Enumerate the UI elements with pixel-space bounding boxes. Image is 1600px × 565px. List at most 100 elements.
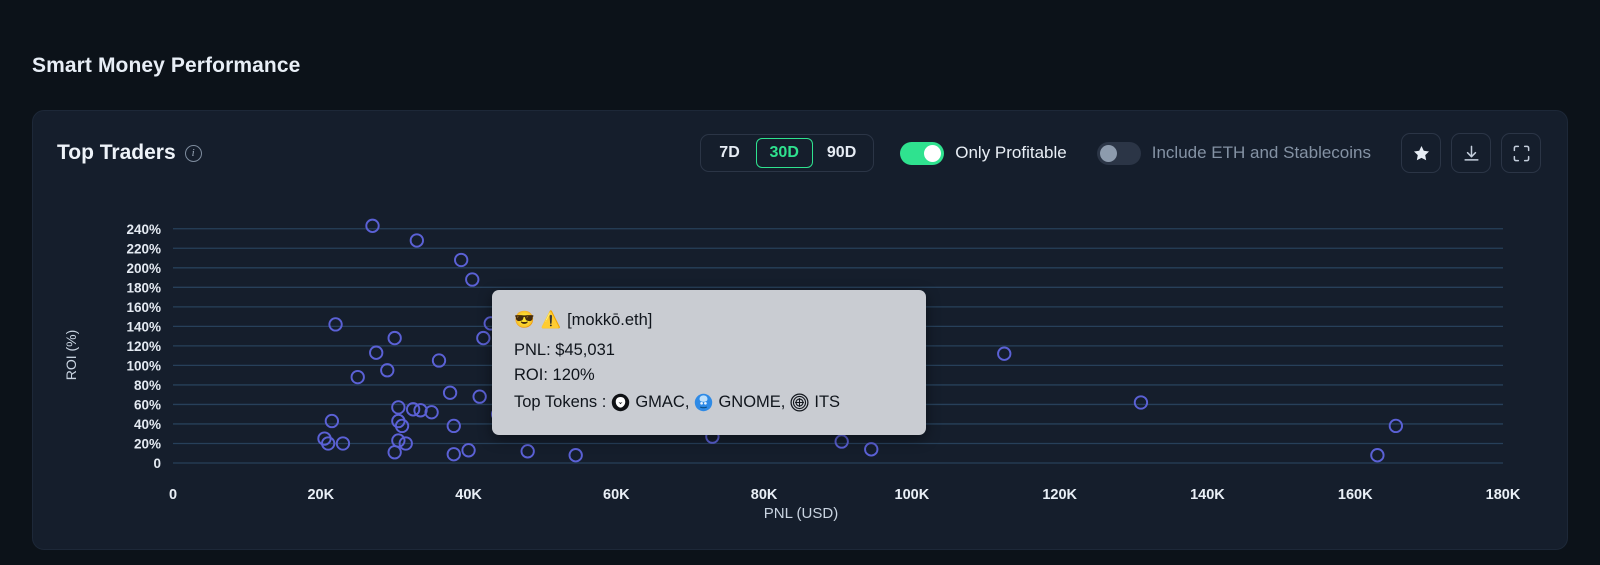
y-tick-label: 140% xyxy=(126,319,161,334)
y-tick-label: 0 xyxy=(153,456,161,471)
scatter-point[interactable] xyxy=(365,218,380,233)
scatter-point[interactable] xyxy=(369,345,384,360)
scatter-point[interactable] xyxy=(1370,448,1385,463)
trader-tooltip: 😎 ⚠️ [mokkō.eth] PNL: $45,031 ROI: 120% … xyxy=(492,290,926,435)
y-tick-label: 40% xyxy=(134,417,161,432)
x-tick-label: 160K xyxy=(1338,487,1373,503)
x-tick-label: 100K xyxy=(895,487,930,503)
token-gmac-symbol: GMAC, xyxy=(635,393,690,411)
range-button-90d[interactable]: 90D xyxy=(813,138,870,168)
tooltip-roi-value: 120% xyxy=(552,366,595,384)
tooltip-tokens-label: Top Tokens : xyxy=(514,393,607,411)
scatter-point[interactable] xyxy=(465,272,480,287)
switch-knob xyxy=(1099,144,1117,162)
x-tick-label: 180K xyxy=(1486,487,1521,503)
scatter-point[interactable] xyxy=(461,443,476,458)
scatter-point[interactable] xyxy=(387,445,402,460)
info-icon[interactable]: i xyxy=(184,144,202,162)
y-tick-label: 240% xyxy=(126,222,161,237)
tooltip-trader-name: [mokkō.eth] xyxy=(567,311,653,329)
download-button[interactable] xyxy=(1451,133,1491,173)
scatter-point[interactable] xyxy=(520,444,535,459)
scatter-point[interactable] xyxy=(442,385,458,400)
header-controls: 7D 30D 90D Only Profitable Include ETH a… xyxy=(699,133,1541,173)
x-tick-label: 120K xyxy=(1042,487,1077,503)
y-tick-label: 80% xyxy=(134,378,161,393)
y-tick-label: 200% xyxy=(126,261,161,276)
scatter-point[interactable] xyxy=(476,330,491,346)
y-axis-title: ROI (%) xyxy=(63,329,79,381)
token-gnome-symbol: GNOME, xyxy=(718,393,786,411)
x-tick-label: 140K xyxy=(1190,487,1225,503)
switch-knob xyxy=(924,144,942,162)
top-traders-card: Top Traders i 7D 30D 90D Only Profitable xyxy=(32,110,1568,550)
x-tick-label: 20K xyxy=(307,487,334,503)
only-profitable-label: Only Profitable xyxy=(955,143,1067,162)
gnome-token-icon xyxy=(695,393,713,412)
y-tick-label: 220% xyxy=(126,241,161,256)
y-tick-label: 120% xyxy=(126,339,161,354)
only-profitable-switch[interactable] xyxy=(900,141,945,165)
include-eth-stablecoins-label: Include ETH and Stablecoins xyxy=(1151,143,1371,162)
include-eth-stablecoins-switch[interactable] xyxy=(1096,141,1141,165)
only-profitable-toggle-group: Only Profitable xyxy=(900,141,1067,165)
favorite-button[interactable] xyxy=(1401,133,1441,173)
y-tick-label: 60% xyxy=(134,397,161,412)
y-tick-label: 100% xyxy=(126,358,161,373)
tooltip-name-row: 😎 ⚠️ [mokkō.eth] xyxy=(514,308,904,333)
star-icon xyxy=(1412,144,1431,163)
tooltip-pnl-row: PNL: $45,031 xyxy=(514,338,904,363)
tooltip-roi-row: ROI: 120% xyxy=(514,363,904,388)
card-title-group: Top Traders i xyxy=(57,141,202,165)
x-axis-title: PNL (USD) xyxy=(763,505,839,522)
page-title: Smart Money Performance xyxy=(32,54,301,77)
x-tick-label: 40K xyxy=(455,487,482,503)
x-tick-label: 80K xyxy=(751,487,778,503)
scatter-point[interactable] xyxy=(391,433,406,448)
scatter-point[interactable] xyxy=(568,448,583,463)
fullscreen-icon xyxy=(1512,144,1531,163)
scatter-point[interactable] xyxy=(446,418,461,434)
scatter-point[interactable] xyxy=(1388,418,1404,434)
scatter-point[interactable] xyxy=(409,233,424,248)
y-tick-label: 20% xyxy=(134,436,161,451)
x-tick-label: 0 xyxy=(169,487,177,503)
range-button-30d[interactable]: 30D xyxy=(755,138,813,168)
scatter-point[interactable] xyxy=(997,346,1012,361)
time-range-group: 7D 30D 90D xyxy=(699,134,875,172)
fullscreen-button[interactable] xyxy=(1501,133,1541,173)
scatter-point[interactable] xyxy=(387,330,402,346)
card-title: Top Traders xyxy=(57,141,176,164)
card-header: Top Traders i 7D 30D 90D Only Profitable xyxy=(33,111,1567,195)
scatter-point[interactable] xyxy=(454,252,469,268)
gmac-token-icon xyxy=(612,393,630,412)
token-its: ITS xyxy=(790,390,840,415)
scatter-plot[interactable]: 0 20% 40% 60% 80% 100% 120% 140% 160% 180% 200% 220… xyxy=(33,195,1567,551)
download-icon xyxy=(1462,144,1481,163)
warning-emoji-icon: ⚠️ xyxy=(540,311,562,329)
scatter-point[interactable] xyxy=(472,389,487,404)
include-eth-stablecoins-toggle-group: Include ETH and Stablecoins xyxy=(1096,141,1371,165)
y-tick-label: 180% xyxy=(126,280,161,295)
tooltip-tokens-row: Top Tokens : GMAC, GNOME, ITS xyxy=(514,390,904,415)
smart-money-performance-page: Smart Money Performance Top Traders i 7D… xyxy=(0,0,1600,565)
scatter-point[interactable] xyxy=(328,317,343,332)
x-tick-label: 60K xyxy=(603,487,630,503)
scatter-point[interactable] xyxy=(1133,395,1149,410)
scatter-point[interactable] xyxy=(864,442,879,457)
scatter-point[interactable] xyxy=(446,447,461,462)
y-tick-label: 160% xyxy=(126,300,161,315)
tooltip-pnl-value: $45,031 xyxy=(555,341,615,359)
token-gmac: GMAC, xyxy=(611,390,689,415)
scatter-point[interactable] xyxy=(324,413,340,429)
scatter-point[interactable] xyxy=(391,400,406,415)
tooltip-pnl-label: PNL: xyxy=(514,341,551,359)
scatter-point[interactable] xyxy=(834,434,849,449)
token-its-symbol: ITS xyxy=(814,393,841,411)
its-token-icon xyxy=(790,393,809,412)
range-button-7d[interactable]: 7D xyxy=(704,138,756,168)
cool-face-emoji-icon: 😎 xyxy=(514,311,535,329)
tooltip-roi-label: ROI: xyxy=(514,366,548,384)
action-buttons xyxy=(1401,133,1541,173)
scatter-point[interactable] xyxy=(350,369,365,385)
